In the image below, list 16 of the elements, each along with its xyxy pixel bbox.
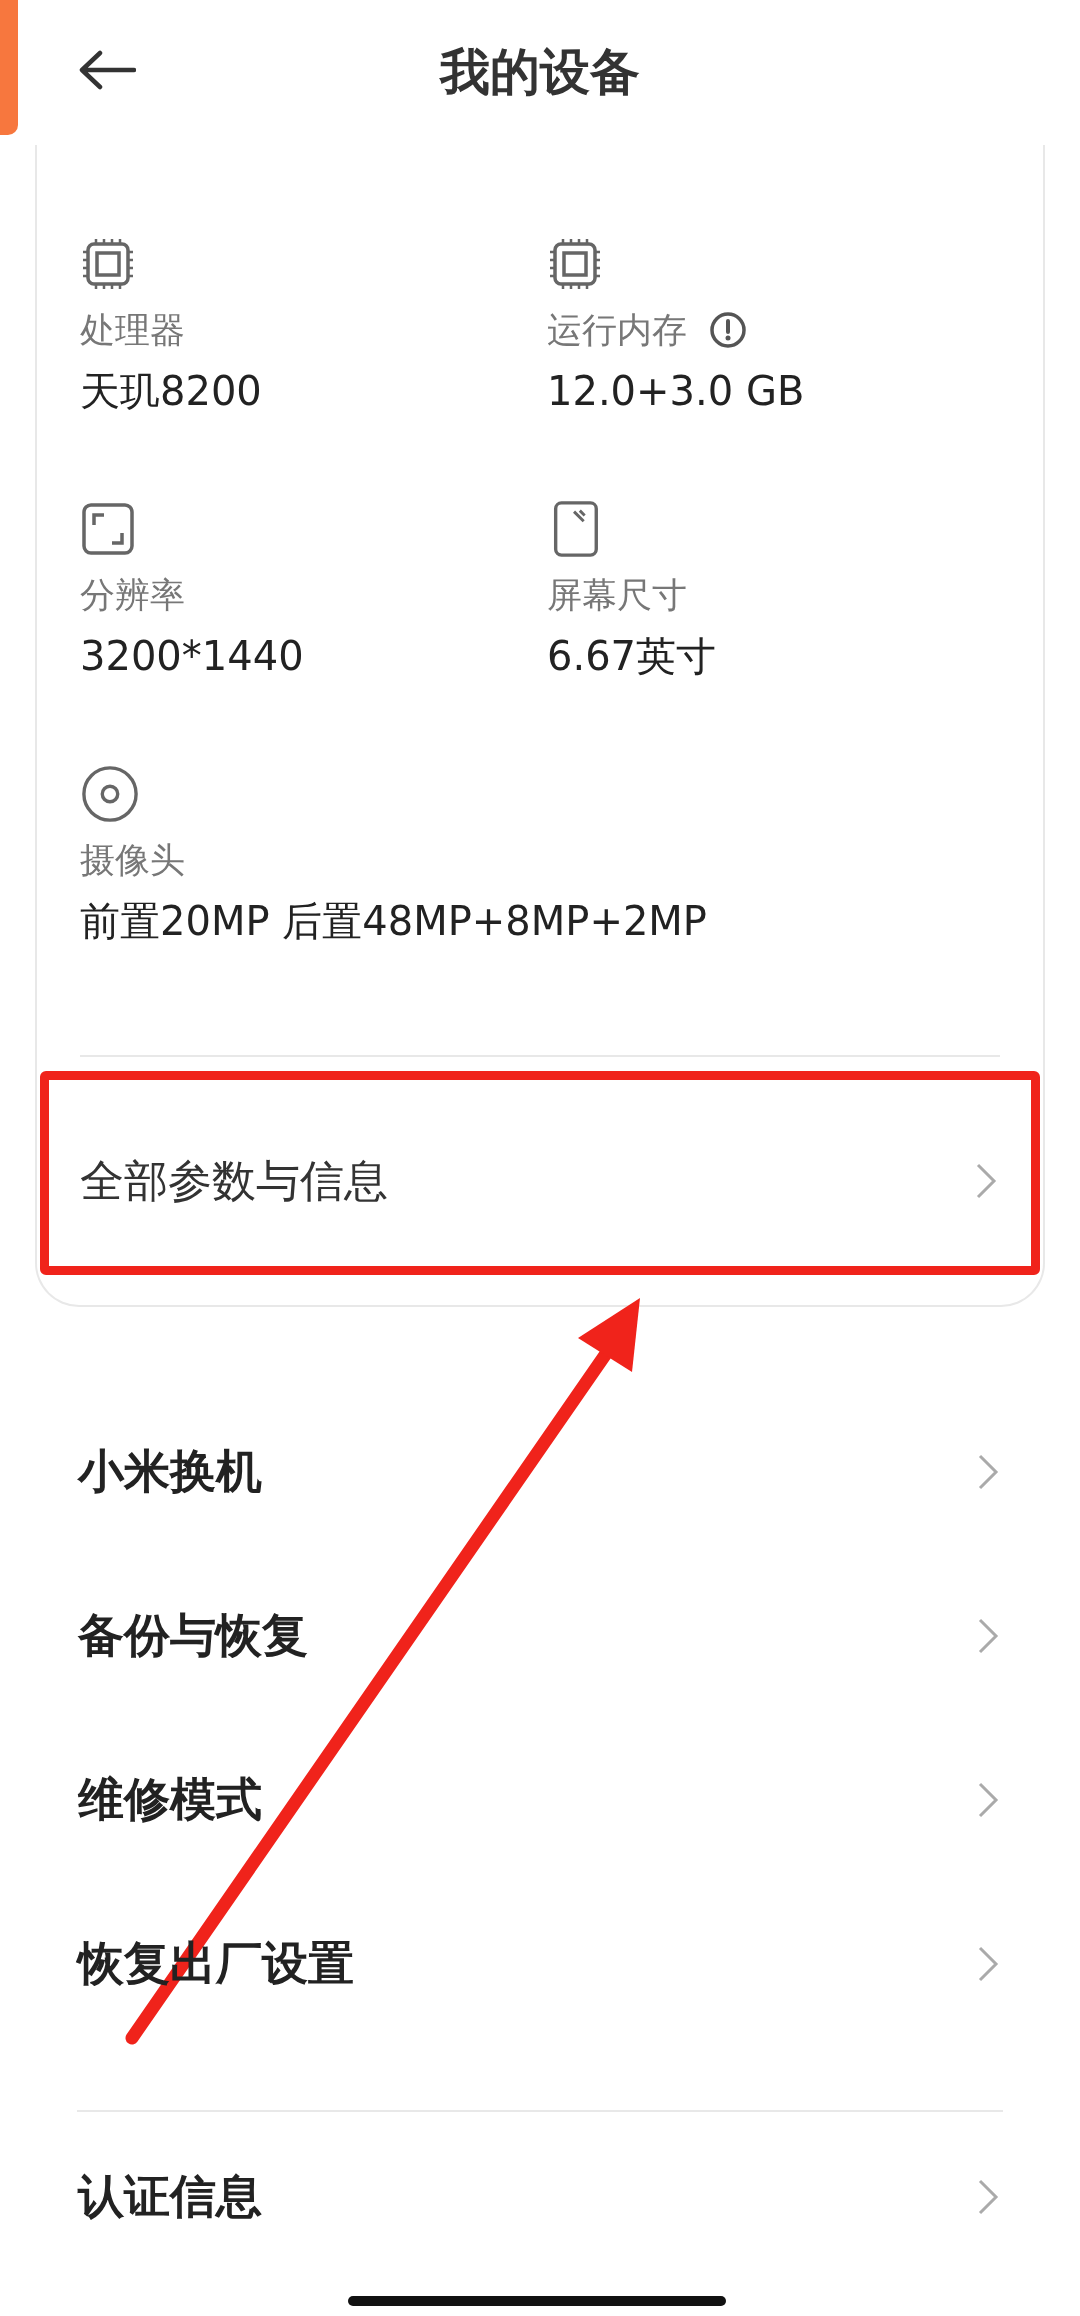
spec-label: 处理器 <box>80 308 185 352</box>
list-item[interactable]: 认证信息 <box>78 2115 1002 2279</box>
list-item[interactable]: 小米换机 <box>78 1390 1002 1554</box>
list-item[interactable]: 维修模式 <box>78 1718 1002 1882</box>
spec-label: 摄像头 <box>80 838 185 882</box>
spec-value: 3200*1440 <box>80 632 304 681</box>
list-item[interactable]: 备份与恢复 <box>78 1554 1002 1718</box>
list-item[interactable]: 全部参数与信息 <box>37 1057 1043 1305</box>
spec-value: 天玑8200 <box>80 367 262 416</box>
spec-label: 屏幕尺寸 <box>547 573 687 617</box>
spec-label: 分辨率 <box>80 573 185 617</box>
spec-value: 6.67英寸 <box>547 632 717 681</box>
spec-label: 运行内存 <box>547 308 687 352</box>
spec-value: 12.0+3.0 GB <box>547 367 805 416</box>
spec-value: 前置20MP 后置48MP+8MP+2MP <box>80 897 707 946</box>
page-title: 我的设备 <box>440 42 640 103</box>
